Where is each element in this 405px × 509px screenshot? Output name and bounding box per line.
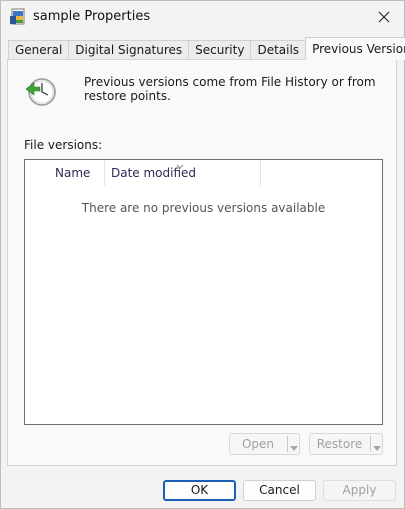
- file-versions-label: File versions:: [24, 138, 103, 152]
- window-title: sample Properties: [33, 9, 151, 24]
- restore-button[interactable]: Restore: [309, 433, 383, 455]
- ok-button[interactable]: OK: [163, 480, 236, 501]
- sort-down-icon: [176, 159, 184, 169]
- chevron-down-icon[interactable]: [373, 441, 381, 451]
- column-header-name[interactable]: Name: [55, 160, 90, 186]
- tab-details[interactable]: Details: [250, 40, 307, 60]
- properties-window: sample Properties General Digital Signat…: [0, 0, 405, 509]
- restore-button-label: Restore: [316, 437, 363, 451]
- split-divider: [287, 436, 288, 452]
- chevron-down-icon[interactable]: [290, 441, 298, 451]
- column-separator[interactable]: [104, 160, 105, 186]
- file-versions-list[interactable]: Name Date modified There are no previous…: [24, 159, 383, 425]
- close-button[interactable]: [364, 1, 404, 33]
- column-separator[interactable]: [260, 160, 261, 186]
- tab-digital-signatures[interactable]: Digital Signatures: [68, 40, 190, 60]
- close-icon: [378, 11, 390, 23]
- tab-strip: General Digital Signatures Security Deta…: [8, 37, 405, 60]
- cancel-button[interactable]: Cancel: [243, 480, 316, 501]
- document-icon: [10, 8, 26, 25]
- tab-security[interactable]: Security: [188, 40, 252, 60]
- open-button-label: Open: [241, 437, 275, 451]
- tab-general[interactable]: General: [8, 40, 70, 60]
- previous-versions-panel: Previous versions come from File History…: [7, 59, 397, 466]
- restore-clock-icon: [24, 75, 58, 109]
- empty-list-message: There are no previous versions available: [81, 201, 326, 215]
- info-text: Previous versions come from File History…: [84, 75, 376, 103]
- title-bar[interactable]: sample Properties: [1, 1, 404, 35]
- open-button[interactable]: Open: [229, 433, 300, 455]
- tab-previous-versions[interactable]: Previous Versions: [305, 37, 405, 60]
- split-divider: [370, 436, 371, 452]
- apply-button[interactable]: Apply: [323, 480, 396, 501]
